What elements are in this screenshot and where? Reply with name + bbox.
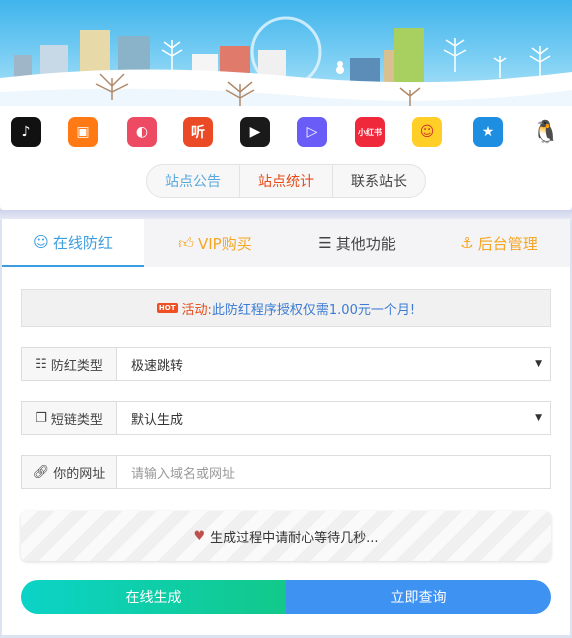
kuaishou-icon[interactable]: ▣ [68, 117, 98, 147]
url-input[interactable]: 请输入域名或网址 [117, 456, 550, 488]
smile-icon: ☺ [33, 233, 49, 251]
tab-label: 后台管理 [477, 234, 538, 253]
tab-admin[interactable]: ⚓ 后台管理 [428, 219, 570, 267]
short-link-type-field: ❐ 短链类型 默认生成 ▼ [21, 401, 551, 435]
wait-text: 生成过程中请耐心等待几秒... [210, 530, 379, 546]
contact-admin-link[interactable]: 联系站长 [333, 165, 425, 197]
short-link-type-select[interactable]: 默认生成 ▼ [117, 402, 550, 434]
url-placeholder: 请输入域名或网址 [131, 466, 236, 482]
copy-icon: ❐ [35, 410, 47, 426]
app-icons-card: ♪ ▣ ◐ 听 ▶ ▷ 小红书 ☺ ★ 🐧 站点公告 站点统计 联系站长 [0, 106, 572, 210]
anti-red-type-select[interactable]: 极速跳转 ▼ [117, 348, 550, 380]
tab-bar: ☺ 在线防红 👍︎ VIP购买 ☰ 其他功能 ⚓ 后台管理 [2, 219, 570, 267]
ting-icon[interactable]: 听 [183, 117, 213, 147]
anti-red-type-addon: ☷ 防红类型 [22, 348, 117, 380]
notice-text: 此防红程序授权仅需1.00元一个月! [211, 302, 416, 318]
site-nav-pill: 站点公告 站点统计 联系站长 [146, 164, 426, 198]
weishi-icon[interactable]: ▷ [297, 117, 327, 147]
url-addon: 🔗︎ 你的网址 [22, 456, 117, 488]
field-label: 短链类型 [50, 412, 103, 428]
site-stats-link[interactable]: 站点统计 [240, 165, 333, 197]
app-icon-row: ♪ ▣ ◐ 听 ▶ ▷ 小红书 ☺ ★ 🐧 [0, 117, 572, 151]
header-banner [0, 0, 572, 112]
tiktok-icon[interactable]: ♪ [11, 117, 41, 147]
link-icon: 🔗︎ [32, 464, 50, 480]
main-panel: ☺ 在线防红 👍︎ VIP购买 ☰ 其他功能 ⚓ 后台管理 HOT 活动: 此防… [2, 219, 570, 635]
field-label: 防红类型 [50, 358, 103, 374]
anchor-icon: ⚓ [460, 234, 474, 252]
chevron-down-icon: ▼ [535, 413, 542, 423]
tab-online-anti-red[interactable]: ☺ 在线防红 [2, 219, 144, 267]
site-notice-link[interactable]: 站点公告 [147, 165, 240, 197]
tab-label: VIP购买 [197, 234, 252, 253]
tab-vip-purchase[interactable]: 👍︎ VIP购买 [144, 219, 286, 267]
action-buttons: 在线生成 立即查询 [21, 580, 551, 614]
kuaikan-icon[interactable]: ☺ [412, 117, 442, 147]
netease-music-icon[interactable]: ◐ [127, 117, 157, 147]
thumbs-up-icon: 👍︎ [178, 233, 194, 252]
short-link-type-addon: ❐ 短链类型 [22, 402, 117, 434]
qq-icon[interactable]: 🐧 [531, 117, 561, 147]
select-value: 极速跳转 [131, 358, 184, 374]
select-value: 默认生成 [131, 412, 184, 428]
field-label: 你的网址 [53, 466, 106, 482]
qzone-icon[interactable]: ★ [473, 117, 503, 147]
hot-badge-icon: HOT [156, 303, 178, 313]
generate-button[interactable]: 在线生成 [21, 580, 286, 614]
promo-notice: HOT 活动: 此防红程序授权仅需1.00元一个月! [21, 289, 551, 327]
xiaohongshu-icon[interactable]: 小红书 [355, 117, 385, 147]
url-field: 🔗︎ 你的网址 请输入域名或网址 [21, 455, 551, 489]
heart-icon: ♥ [193, 528, 206, 544]
tab-other-functions[interactable]: ☰ 其他功能 [286, 219, 428, 267]
anti-red-type-field: ☷ 防红类型 极速跳转 ▼ [21, 347, 551, 381]
video-play-icon[interactable]: ▶ [240, 117, 270, 147]
query-button[interactable]: 立即查询 [286, 580, 551, 614]
notice-label: 活动: [181, 302, 212, 318]
list-icon: ☰ [318, 234, 332, 252]
winter-scene-illustration [0, 16, 572, 112]
tab-label: 其他功能 [335, 234, 396, 253]
wait-message-box: ♥ 生成过程中请耐心等待几秒... [21, 511, 551, 561]
list-ol-icon: ☷ [35, 356, 47, 372]
tab-label: 在线防红 [52, 233, 113, 252]
chevron-down-icon: ▼ [535, 359, 542, 369]
